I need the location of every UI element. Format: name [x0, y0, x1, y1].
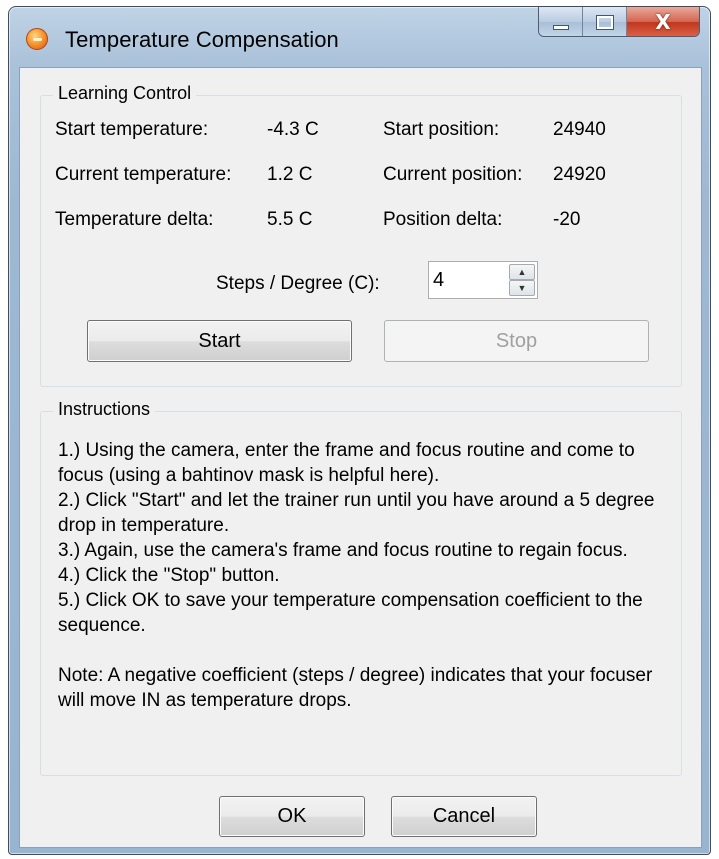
start-position-label: Start position:: [383, 119, 500, 140]
title-bar[interactable]: Temperature Compensation X: [9, 7, 710, 67]
steps-per-degree-stepper[interactable]: ▲ ▼: [428, 261, 538, 299]
chevron-up-icon: ▲: [517, 266, 527, 277]
cancel-button[interactable]: Cancel: [391, 796, 537, 837]
ok-button[interactable]: OK: [219, 796, 365, 837]
close-button[interactable]: X: [627, 7, 699, 36]
learning-control-group: Learning Control Start temperature: -4.3…: [40, 83, 682, 387]
dialog-client-area: Learning Control Start temperature: -4.3…: [19, 67, 702, 848]
start-button[interactable]: Start: [87, 320, 352, 362]
start-temperature-value: -4.3 C: [267, 119, 319, 140]
steps-per-degree-input[interactable]: [431, 264, 501, 296]
current-position-value: 24920: [553, 164, 606, 185]
instructions-legend: Instructions: [53, 399, 156, 420]
current-position-label: Current position:: [383, 164, 523, 185]
close-icon: X: [655, 10, 671, 34]
chevron-down-icon: ▼: [517, 282, 527, 293]
instruction-note: Note: A negative coefficient (steps / de…: [58, 665, 653, 711]
stepper-up-button[interactable]: ▲: [509, 264, 535, 280]
maximize-icon: [595, 14, 614, 30]
instruction-step: 3.) Again, use the camera's frame and fo…: [58, 540, 628, 561]
stepper-buttons: ▲ ▼: [509, 264, 535, 296]
app-icon: [26, 28, 48, 50]
current-temperature-value: 1.2 C: [267, 164, 313, 185]
minimize-icon: [552, 24, 569, 30]
minimize-button[interactable]: [539, 7, 583, 36]
instruction-step: 5.) Click OK to save your temperature co…: [58, 590, 643, 636]
window-title: Temperature Compensation: [65, 27, 339, 52]
dialog-window: Temperature Compensation X Learning Cont…: [8, 6, 711, 855]
position-delta-label: Position delta:: [383, 209, 503, 230]
instruction-step: 4.) Click the "Stop" button.: [58, 565, 280, 586]
instructions-group: Instructions 1.) Using the camera, enter…: [40, 399, 682, 776]
stepper-down-button[interactable]: ▼: [509, 280, 535, 296]
instruction-step: 1.) Using the camera, enter the frame an…: [58, 440, 635, 486]
steps-per-degree-label: Steps / Degree (C):: [216, 273, 380, 294]
position-delta-value: -20: [553, 209, 581, 230]
start-position-value: 24940: [553, 119, 606, 140]
maximize-button: [583, 7, 627, 36]
instructions-text: 1.) Using the camera, enter the frame an…: [58, 438, 682, 713]
stop-button: Stop: [384, 320, 649, 362]
learning-control-legend: Learning Control: [53, 83, 197, 104]
current-temperature-label: Current temperature:: [55, 164, 232, 185]
temperature-delta-value: 5.5 C: [267, 209, 313, 230]
temperature-delta-label: Temperature delta:: [55, 209, 214, 230]
start-temperature-label: Start temperature:: [55, 119, 209, 140]
instruction-step: 2.) Click "Start" and let the trainer ru…: [58, 490, 655, 536]
window-controls: X: [538, 7, 700, 37]
